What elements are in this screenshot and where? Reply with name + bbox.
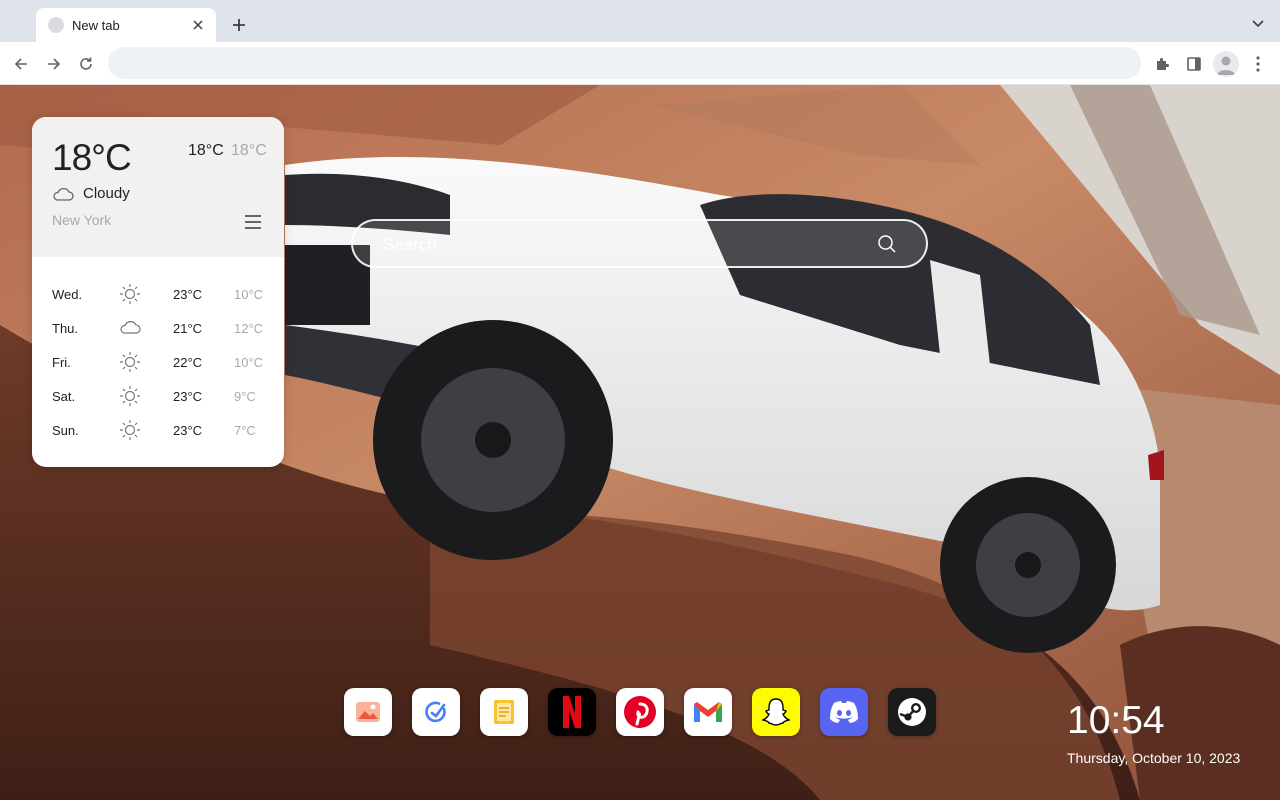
forecast-low: 12°C xyxy=(234,321,264,336)
profile-avatar[interactable] xyxy=(1213,51,1239,77)
sun-icon xyxy=(120,420,140,440)
search-icon[interactable] xyxy=(877,234,897,254)
app-dock xyxy=(344,688,936,736)
new-tab-button[interactable] xyxy=(228,14,250,36)
notes-icon xyxy=(494,700,514,724)
browser-toolbar xyxy=(0,42,1280,85)
clock-time: 10:54 xyxy=(1067,699,1165,742)
forecast-day: Fri. xyxy=(52,355,71,370)
forecast-high: 23°C xyxy=(173,389,203,404)
menu-button[interactable] xyxy=(1246,52,1270,76)
forecast-low: 10°C xyxy=(234,287,264,302)
forecast-list: Wed. 23°C 10°C Thu. 21°C 12°C Fri. 22°C … xyxy=(32,277,284,447)
clock-date: Thursday, October 10, 2023 xyxy=(1067,750,1241,766)
sun-icon xyxy=(120,386,140,406)
close-icon[interactable] xyxy=(190,17,206,33)
today-high: 18°C xyxy=(188,142,224,159)
tab-favicon-icon xyxy=(48,17,64,33)
kebab-menu-icon xyxy=(1256,56,1260,72)
tab-search-button[interactable] xyxy=(1248,14,1268,34)
gmail-icon xyxy=(694,702,722,722)
side-panel-button[interactable] xyxy=(1182,52,1206,76)
today-low: 18°C xyxy=(231,142,267,159)
extensions-button[interactable] xyxy=(1150,52,1174,76)
forecast-day: Thu. xyxy=(52,321,79,336)
forecast-day: Sat. xyxy=(52,389,76,404)
forecast-high: 22°C xyxy=(173,355,203,370)
tasks-app-button[interactable] xyxy=(412,688,460,736)
forecast-row: Thu. 21°C 12°C xyxy=(32,311,284,345)
forecast-day: Sun. xyxy=(52,423,79,438)
puzzle-icon xyxy=(1157,58,1169,70)
weather-condition: Cloudy xyxy=(83,185,130,202)
back-button[interactable] xyxy=(9,52,33,76)
sun-icon xyxy=(120,352,140,372)
forecast-day: Wed. xyxy=(52,287,83,302)
address-bar[interactable] xyxy=(108,47,1141,79)
tab-strip: New tab xyxy=(0,0,1280,42)
photos-app-button[interactable] xyxy=(344,688,392,736)
side-panel-icon xyxy=(1187,57,1201,71)
tasks-icon xyxy=(425,701,446,723)
sun-icon xyxy=(120,284,140,304)
forecast-row: Fri. 22°C 10°C xyxy=(32,345,284,379)
forecast-row: Sun. 23°C 7°C xyxy=(32,413,284,447)
current-temperature: 18°C xyxy=(52,137,132,178)
notes-app-button[interactable] xyxy=(480,688,528,736)
reload-button[interactable] xyxy=(74,52,98,76)
new-tab-page: 18°C 18°C 18°C Cloudy New York Wed. 23°C… xyxy=(0,85,1280,800)
netflix-app-button[interactable] xyxy=(548,688,596,736)
gmail-app-button[interactable] xyxy=(684,688,732,736)
forecast-high: 23°C xyxy=(173,287,203,302)
hamburger-menu-icon[interactable] xyxy=(243,213,263,231)
discord-app-button[interactable] xyxy=(820,688,868,736)
snapchat-app-button[interactable] xyxy=(752,688,800,736)
forecast-high: 21°C xyxy=(173,321,203,336)
ghost-icon xyxy=(761,698,791,726)
tab-title: New tab xyxy=(72,17,120,33)
netflix-icon xyxy=(563,696,581,728)
plus-icon xyxy=(233,19,245,31)
photos-icon xyxy=(356,702,380,722)
pinterest-app-button[interactable] xyxy=(616,688,664,736)
discord-icon xyxy=(830,701,858,723)
tab-new-tab[interactable]: New tab xyxy=(36,8,216,42)
forecast-high: 23°C xyxy=(173,423,203,438)
weather-current: 18°C 18°C 18°C Cloudy New York xyxy=(32,117,284,257)
pinterest-icon xyxy=(624,696,656,728)
chevron-down-icon xyxy=(1252,20,1264,28)
forward-button[interactable] xyxy=(42,52,66,76)
search-box xyxy=(351,219,928,268)
steam-app-button[interactable] xyxy=(888,688,936,736)
steam-icon xyxy=(898,698,926,726)
forecast-low: 7°C xyxy=(234,423,256,438)
forecast-row: Wed. 23°C 10°C xyxy=(32,277,284,311)
cloud-icon xyxy=(53,188,74,201)
arrow-left-icon xyxy=(14,58,27,70)
weather-city: New York xyxy=(52,212,112,228)
forecast-row: Sat. 23°C 9°C xyxy=(32,379,284,413)
forecast-low: 10°C xyxy=(234,355,264,370)
reload-icon xyxy=(80,57,92,70)
weather-widget: 18°C 18°C 18°C Cloudy New York Wed. 23°C… xyxy=(32,117,284,467)
forecast-low: 9°C xyxy=(234,389,256,404)
search-input[interactable] xyxy=(381,221,865,268)
arrow-right-icon xyxy=(48,58,61,70)
person-icon xyxy=(1217,56,1235,75)
cloud-icon xyxy=(120,321,141,334)
